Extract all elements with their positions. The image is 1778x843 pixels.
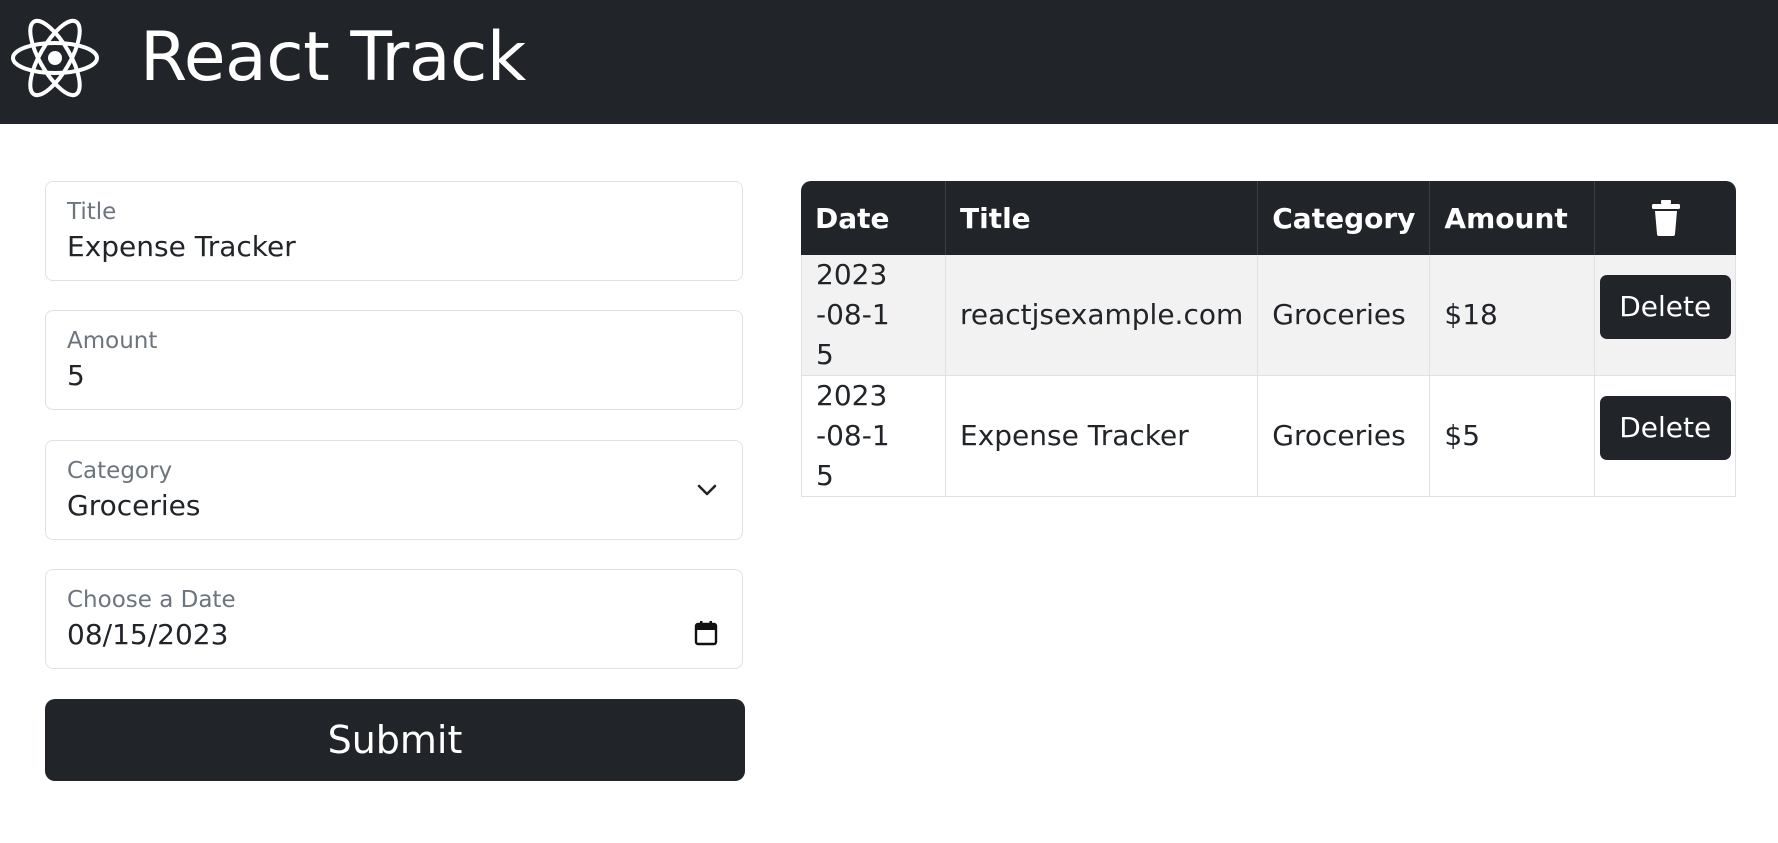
column-header-category: Category <box>1258 181 1431 255</box>
submit-button[interactable]: Submit <box>45 699 745 781</box>
category-value[interactable]: Groceries <box>67 488 200 524</box>
column-header-delete <box>1595 181 1736 255</box>
navbar: React Track <box>0 0 1778 124</box>
date-field[interactable]: Choose a Date 08/15/2023 <box>45 569 743 669</box>
trash-icon <box>1651 200 1680 236</box>
delete-button[interactable]: Delete <box>1599 396 1731 460</box>
cell-category: Groceries <box>1258 376 1431 497</box>
date-text: 2023-08-15 <box>816 258 890 371</box>
date-text: 2023-08-15 <box>816 379 890 492</box>
date-label: Choose a Date <box>67 587 236 613</box>
category-select[interactable]: Category Groceries <box>45 440 743 540</box>
cell-date: 2023-08-15 <box>801 376 946 497</box>
table-header-row: Date Title Category Amount <box>801 181 1736 255</box>
title-label: Title <box>67 199 117 225</box>
app-title[interactable]: React Track <box>140 16 526 100</box>
column-header-title: Title <box>946 181 1259 255</box>
cell-amount: $5 <box>1430 376 1596 497</box>
amount-field[interactable]: Amount 5 <box>45 310 743 410</box>
cell-date: 2023-08-15 <box>801 255 946 376</box>
table-row: 2023-08-15 reactjsexample.com Groceries … <box>801 255 1736 376</box>
cell-title: reactjsexample.com <box>946 255 1259 376</box>
title-field[interactable]: Title Expense Tracker <box>45 181 743 281</box>
calendar-icon[interactable] <box>694 620 718 646</box>
date-input[interactable]: 08/15/2023 <box>67 617 228 653</box>
column-header-date: Date <box>801 181 946 255</box>
cell-action: Delete <box>1595 376 1736 497</box>
title-input[interactable]: Expense Tracker <box>67 229 296 265</box>
cell-amount: $18 <box>1430 255 1596 376</box>
category-label: Category <box>67 458 173 484</box>
table-row: 2023-08-15 Expense Tracker Groceries $5 … <box>801 376 1736 497</box>
amount-label: Amount <box>67 328 158 354</box>
column-header-amount: Amount <box>1430 181 1596 255</box>
react-atom-icon[interactable] <box>10 17 100 99</box>
cell-category: Groceries <box>1258 255 1431 376</box>
amount-input[interactable]: 5 <box>67 358 85 394</box>
cell-title: Expense Tracker <box>946 376 1259 497</box>
cell-action: Delete <box>1595 255 1736 376</box>
chevron-down-icon[interactable] <box>696 479 718 501</box>
expense-table: Date Title Category Amount 2023-08-15 re… <box>801 181 1736 497</box>
delete-button[interactable]: Delete <box>1599 275 1731 339</box>
